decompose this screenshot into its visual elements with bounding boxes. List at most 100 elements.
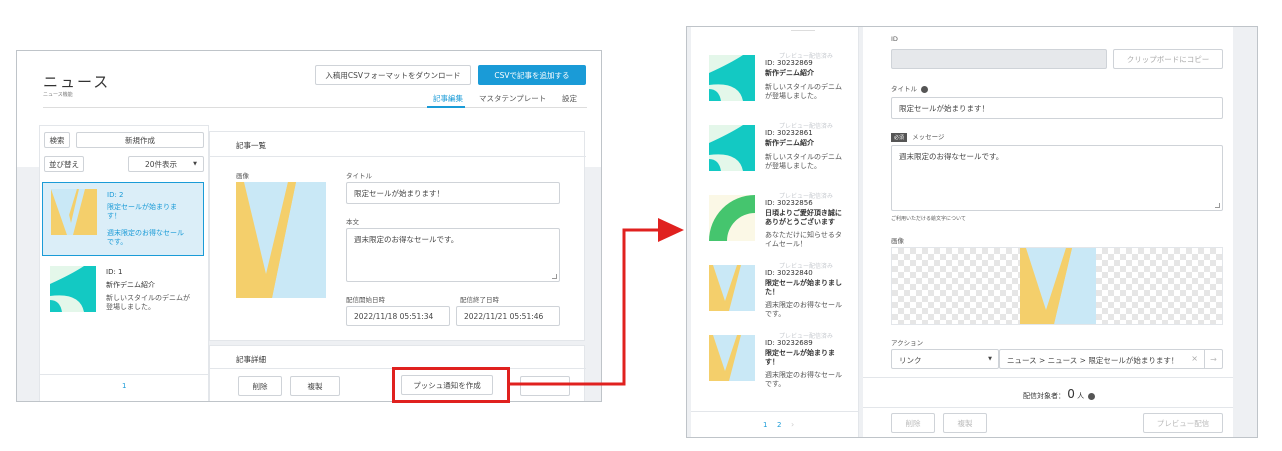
article-title: 限定セールが始まります！ bbox=[107, 203, 177, 220]
tab-settings[interactable]: 設定 bbox=[562, 93, 577, 104]
action-path-value: ニュース > ニュース > 限定セールが始まります！ bbox=[1007, 356, 1179, 365]
body-label: 本文 bbox=[346, 218, 359, 226]
body-text: 週末限定のお得なセールです。 bbox=[354, 235, 459, 244]
action-path-field[interactable]: ニュース > ニュース > 限定セールが始まります！ × → bbox=[999, 349, 1223, 369]
notification-title: 新作デニム紹介 bbox=[765, 139, 814, 147]
list-item[interactable]: ID: 1 新作デニム紹介 新しいスタイルのデニムが登場しました。 bbox=[42, 260, 204, 326]
pagination-page-1[interactable]: 1 bbox=[763, 421, 767, 429]
pagination-page-2[interactable]: 2 bbox=[777, 421, 781, 429]
message-label: メッセージ bbox=[912, 133, 945, 141]
pagination-divider bbox=[691, 411, 859, 412]
end-datetime-label: 配信終了日時 bbox=[460, 296, 499, 304]
heading-divider bbox=[210, 156, 586, 157]
list-item[interactable]: プレビュー配信済み ID: 30232861 新作デニム紹介 新しいスタイルのデ… bbox=[691, 117, 842, 183]
title-label: タイトル bbox=[891, 85, 917, 93]
tab-article-edit[interactable]: 記事編集 bbox=[433, 93, 463, 104]
target-audience: 配信対象者： 0 人 bbox=[1023, 387, 1096, 401]
id-field[interactable] bbox=[891, 49, 1107, 69]
copy-to-clipboard-button[interactable]: クリップボードにコピー bbox=[1113, 49, 1223, 69]
sort-button[interactable]: 並び替え bbox=[44, 156, 84, 172]
start-datetime-label: 配信開始日時 bbox=[346, 296, 385, 304]
article-title: 新作デニム紹介 bbox=[106, 281, 155, 289]
info-icon bbox=[921, 85, 929, 93]
delete-button[interactable]: 削除 bbox=[891, 413, 935, 433]
list-item[interactable]: プレビュー配信済み ID: 30232869 新作デニム紹介 新しいスタイルのデ… bbox=[691, 47, 842, 113]
article-thumbnail bbox=[51, 189, 97, 235]
highlight-box bbox=[392, 367, 510, 403]
start-datetime-field[interactable]: 2022/11/18 05:51:34 bbox=[346, 306, 450, 326]
image-label: 画像 bbox=[236, 172, 249, 180]
required-badge: 必須 bbox=[891, 133, 908, 142]
list-item[interactable]: プレビュー配信済み ID: 30232856 日頃よりご愛好頂き誠にありがとうご… bbox=[691, 187, 842, 253]
notification-thumbnail bbox=[709, 195, 755, 241]
message-text: 週末限定のお得なセールです。 bbox=[899, 152, 1004, 161]
notification-id: ID: 30232856 bbox=[765, 199, 813, 207]
article-id: ID: 1 bbox=[106, 268, 123, 276]
page-title: ニュース bbox=[43, 73, 111, 91]
target-audience-unit: 人 bbox=[1077, 392, 1085, 400]
notification-message: 新しいスタイルのデニムが登場しました。 bbox=[765, 83, 842, 100]
image-preview[interactable] bbox=[891, 247, 1223, 325]
emoji-help-link[interactable]: ご利用いただける絵文字について bbox=[891, 215, 966, 222]
notification-thumbnail bbox=[709, 265, 755, 311]
notification-title: 限定セールが始まります！ bbox=[765, 349, 835, 366]
notification-message: あなただけに知らせるタイムセール！ bbox=[765, 231, 842, 248]
duplicate-button[interactable]: 複製 bbox=[943, 413, 987, 433]
notification-id: ID: 30232840 bbox=[765, 269, 813, 277]
list-item[interactable]: ID: 2 限定セールが始まります！ 週末限定のお得なセールです。 bbox=[42, 182, 204, 256]
id-label: ID bbox=[891, 35, 898, 43]
push-notification-screenshot: プレビュー配信済み ID: 30232869 新作デニム紹介 新しいスタイルのデ… bbox=[686, 26, 1258, 438]
download-csv-format-button[interactable]: 入稿用CSVフォーマットをダウンロード bbox=[315, 65, 471, 85]
chevron-right-icon[interactable]: › bbox=[791, 420, 794, 429]
notification-form: ID クリップボードにコピー タイトル 限定セールが始まります！ 必須 メッセー… bbox=[863, 27, 1233, 437]
notification-id: ID: 30232861 bbox=[765, 129, 813, 137]
notification-message: 週末限定のお得なセールです。 bbox=[765, 301, 842, 318]
notification-thumbnail bbox=[709, 125, 755, 171]
pagination-divider bbox=[40, 374, 208, 375]
action-type-select[interactable]: リンク ▼ bbox=[891, 349, 999, 369]
chevron-down-icon: ▼ bbox=[193, 161, 197, 167]
detail-heading: 記事詳細 bbox=[236, 355, 266, 364]
image-label: 画像 bbox=[891, 237, 904, 245]
per-page-select[interactable]: 20件表示 ▼ bbox=[128, 156, 204, 172]
per-page-value: 20件表示 bbox=[145, 159, 178, 169]
preview-send-button[interactable]: プレビュー配信 bbox=[1143, 413, 1223, 433]
title-label: タイトル bbox=[346, 172, 372, 180]
notification-title: 日頃よりご愛好頂き誠にありがとうございます bbox=[765, 209, 842, 226]
title-field[interactable]: 限定セールが始まります！ bbox=[346, 182, 560, 204]
article-message: 週末限定のお得なセールです。 bbox=[107, 229, 184, 246]
article-id: ID: 2 bbox=[107, 191, 124, 199]
tab-master-template[interactable]: マスタテンプレート bbox=[479, 93, 546, 104]
resize-handle-icon bbox=[1215, 203, 1220, 208]
duplicate-button[interactable]: 複製 bbox=[290, 376, 340, 396]
message-textarea[interactable]: 週末限定のお得なセールです。 bbox=[891, 145, 1223, 211]
tab-bar-line bbox=[43, 107, 587, 108]
notification-id: ID: 30232869 bbox=[765, 59, 813, 67]
notification-message: 週末限定のお得なセールです。 bbox=[765, 371, 842, 388]
notification-title: 限定セールが始まりました！ bbox=[765, 279, 842, 296]
clear-icon[interactable]: × bbox=[1191, 354, 1198, 363]
title-field[interactable]: 限定セールが始まります！ bbox=[891, 97, 1223, 119]
notification-thumbnail bbox=[709, 55, 755, 101]
pagination-page-1[interactable]: 1 bbox=[122, 382, 126, 390]
breadcrumb: ニュース機能 bbox=[43, 92, 73, 98]
list-item[interactable]: プレビュー配信済み ID: 30232840 限定セールが始まりました！ 週末限… bbox=[691, 257, 842, 323]
list-item[interactable]: プレビュー配信済み ID: 30232689 限定セールが始まります！ 週末限定… bbox=[691, 327, 842, 393]
article-sidebar: 検索 新規作成 並び替え 20件表示 ▼ ID: 2 限定セールが始まります！ … bbox=[39, 125, 209, 401]
add-csv-button[interactable]: CSVで記事を追加する bbox=[478, 65, 586, 85]
message-label-row: 必須 メッセージ bbox=[891, 131, 944, 142]
notification-title: 新作デニム紹介 bbox=[765, 69, 814, 77]
article-message: 新しいスタイルのデニムが登場しました。 bbox=[106, 294, 190, 311]
delete-button[interactable]: 削除 bbox=[238, 376, 282, 396]
notification-id: ID: 30232689 bbox=[765, 339, 813, 347]
search-button[interactable]: 検索 bbox=[44, 132, 70, 148]
top-cut-item bbox=[791, 27, 815, 31]
section-heading: 記事一覧 bbox=[236, 141, 266, 150]
active-tab-underline bbox=[427, 106, 465, 108]
chevron-down-icon: ▼ bbox=[988, 356, 992, 362]
new-article-button[interactable]: 新規作成 bbox=[76, 132, 204, 148]
title-label-row: タイトル bbox=[891, 83, 929, 93]
arrow-right-icon[interactable]: → bbox=[1204, 350, 1222, 368]
notification-message: 新しいスタイルのデニムが登場しました。 bbox=[765, 153, 842, 170]
notification-list: プレビュー配信済み ID: 30232869 新作デニム紹介 新しいスタイルのデ… bbox=[691, 27, 859, 437]
